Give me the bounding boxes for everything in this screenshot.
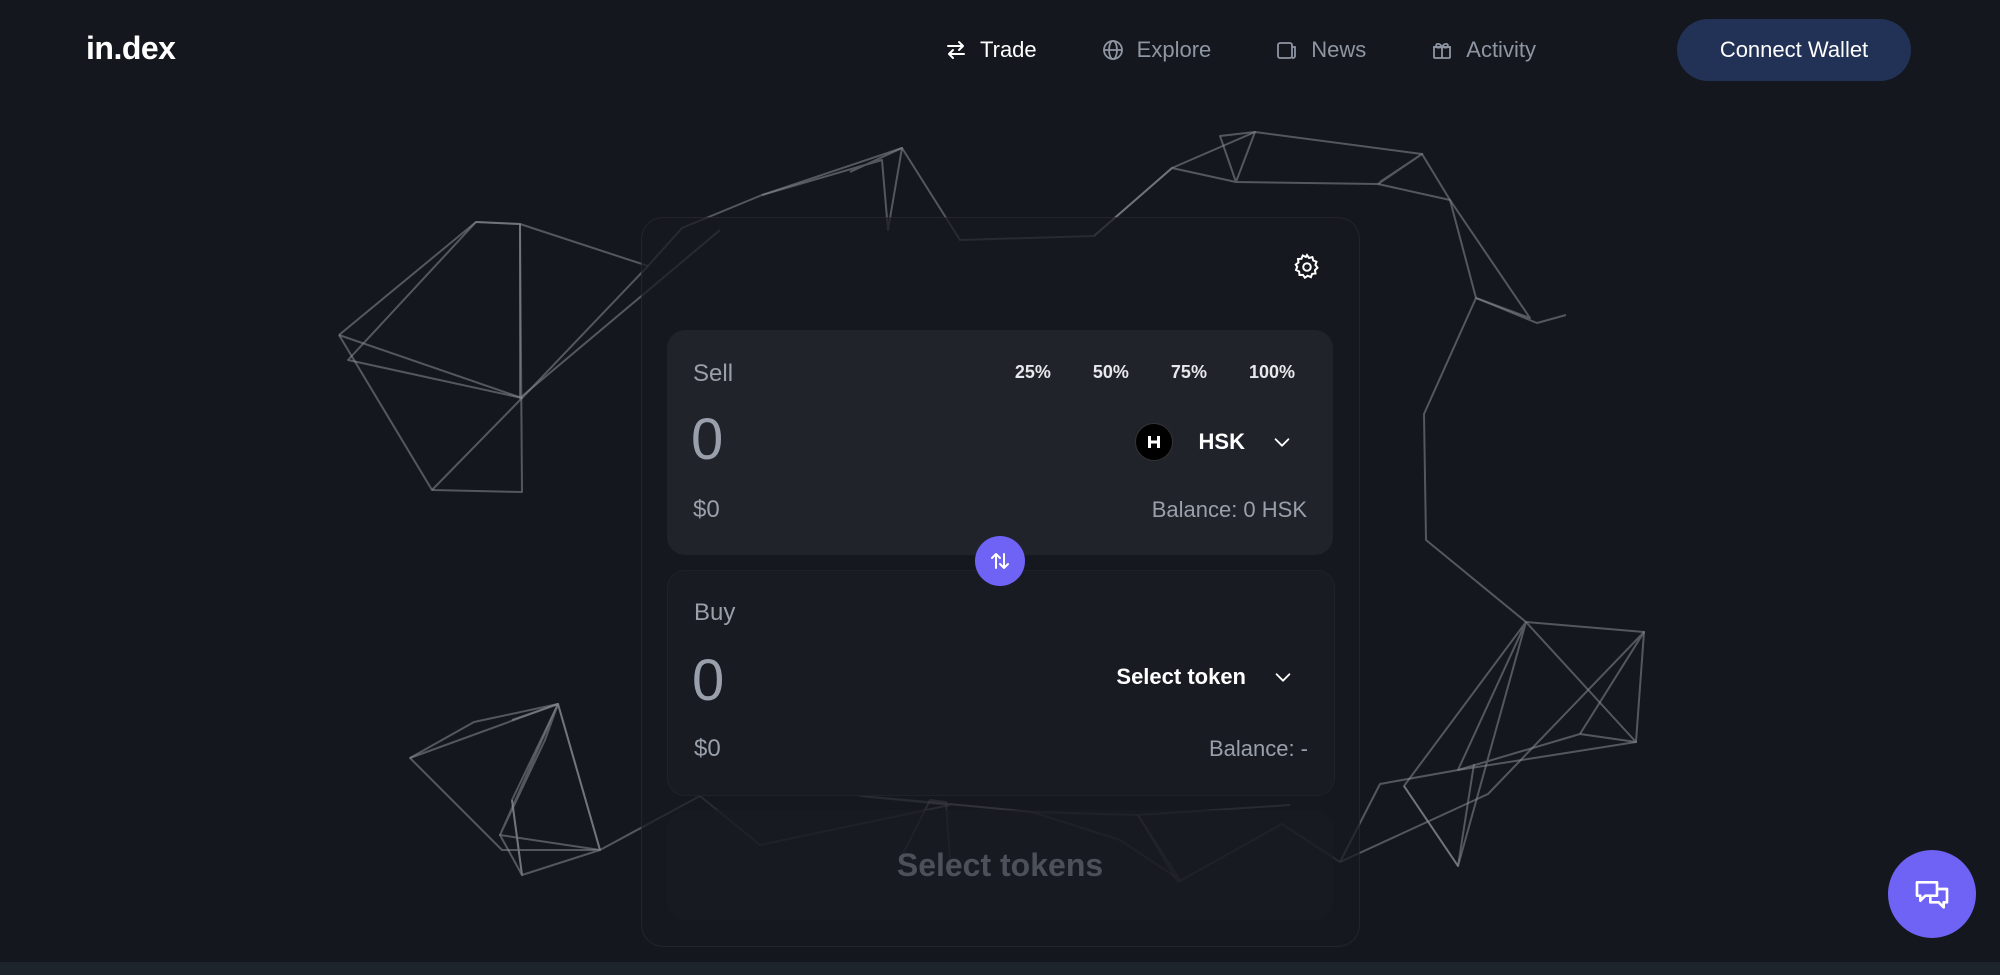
nav-explore[interactable]: Explore (1101, 32, 1212, 68)
sell-usd-value: $0 (693, 496, 720, 523)
chat-button[interactable] (1888, 850, 1976, 938)
percent-75-button[interactable]: 75% (1171, 362, 1207, 383)
sell-label: Sell (693, 360, 734, 387)
hsk-token-icon (1134, 423, 1173, 461)
chevron-down-icon (1275, 673, 1291, 682)
nav-activity-label: Activity (1466, 37, 1536, 62)
nav-trade-label: Trade (980, 37, 1037, 62)
nav-trade[interactable]: Trade (944, 32, 1037, 68)
percent-25-button[interactable]: 25% (1015, 362, 1051, 383)
buy-usd-value: $0 (694, 735, 721, 762)
select-token-label: Select token (1116, 664, 1246, 689)
buy-panel: Buy 0 Select token $0 Balance: - (667, 570, 1335, 796)
swap-arrows-icon (991, 553, 1009, 569)
chevron-down-icon (1274, 438, 1290, 447)
arrows-swap-icon (947, 41, 965, 59)
page: in.dex Trade Explore News Activity Conne… (0, 0, 2000, 975)
buy-token-selector[interactable]: Select token (1116, 664, 1294, 690)
chat-icon (1915, 881, 1949, 909)
sell-panel: Sell 25% 50% 75% 100% 0 HSK $0 Balance: … (667, 330, 1333, 555)
sell-balance: Balance: 0 HSK (1151, 497, 1307, 522)
swap-direction-button[interactable] (975, 536, 1025, 586)
globe-icon (1102, 40, 1123, 60)
logo[interactable]: in.dex (86, 30, 176, 67)
percent-buttons: 25% 50% 75% 100% (973, 362, 1295, 383)
buy-label: Buy (694, 599, 736, 626)
sell-amount-input[interactable]: 0 (691, 406, 723, 473)
sell-token-selector[interactable]: HSK (1134, 423, 1293, 461)
nav-news-label: News (1311, 37, 1367, 62)
percent-50-button[interactable]: 50% (1093, 362, 1129, 383)
news-icon (1277, 42, 1297, 59)
gear-icon[interactable] (1292, 252, 1322, 282)
gift-icon (1433, 42, 1452, 59)
select-tokens-button[interactable]: Select tokens (667, 810, 1333, 920)
percent-100-button[interactable]: 100% (1249, 362, 1295, 383)
buy-balance: Balance: - (1208, 736, 1308, 761)
nav-news[interactable]: News (1275, 32, 1366, 68)
bottom-bar (0, 962, 2000, 975)
nav-activity[interactable]: Activity (1430, 32, 1536, 68)
main-nav: Trade Explore News Activity (944, 32, 1600, 68)
connect-wallet-button[interactable]: Connect Wallet (1677, 19, 1911, 81)
buy-amount-input[interactable]: 0 (692, 647, 724, 714)
sell-token-name: HSK (1198, 429, 1245, 454)
nav-explore-label: Explore (1136, 37, 1212, 62)
